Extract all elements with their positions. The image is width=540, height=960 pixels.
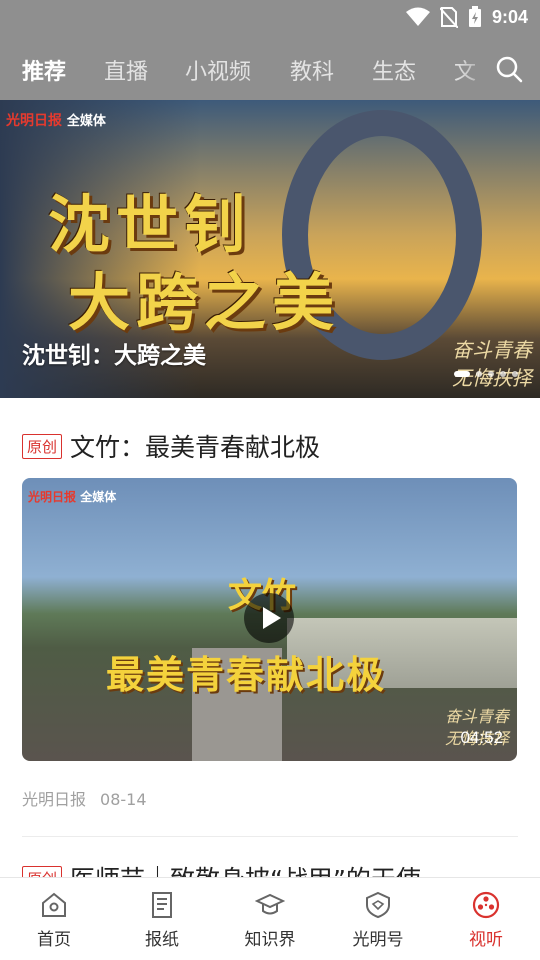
article-header: 原创 文竹：最美青春献北极 [22,428,518,464]
nav-guangming-hao[interactable]: 光明号 [324,890,432,950]
bottom-nav: 首页 报纸 知识界 光明号 视听 [0,877,540,960]
nav-audio-video[interactable]: 视听 [432,890,540,950]
article-title[interactable]: 文竹：最美青春献北极 [70,433,320,462]
video-overlay-line2: 最美青春献北极 [106,652,387,697]
banner-caption[interactable]: 沈世钊：大跨之美 [22,336,206,370]
search-icon[interactable] [494,54,524,84]
wifi-icon [405,7,430,26]
nav-knowledge[interactable]: 知识界 [216,890,324,950]
channel-tab-bar: 推荐 直播 小视频 教科 生态 文 [0,36,540,100]
article-date: 08-14 [100,790,147,809]
original-badge: 原创 [22,433,63,459]
carousel-dot [488,371,494,377]
article-card[interactable]: 原创文竹：最美青春献北极 光明日报 全媒体 文竹 最美青春献北极 奋斗青春无悔扶… [22,428,518,809]
battery-charging-icon [468,6,481,27]
tab-fade [456,36,496,100]
play-icon[interactable] [244,593,294,643]
status-bar: 9:04 [0,0,540,36]
banner-stamp: 奋斗青春 无悔扶择 [452,338,532,390]
home-icon [42,892,66,917]
carousel-dot [500,371,506,377]
newspaper-icon [152,892,172,918]
no-sim-icon [439,7,458,28]
video-thumbnail[interactable]: 光明日报 全媒体 文竹 最美青春献北极 奋斗青春无悔扶择 04:52 [22,478,517,761]
shield-icon [366,891,390,919]
tab-recommend[interactable]: 推荐 [22,54,66,86]
article-meta: 光明日报 08-14 [22,786,147,810]
tab-ecology[interactable]: 生态 [372,54,416,86]
carousel-dot [476,371,482,377]
status-icons: 9:04 [405,6,528,28]
article-source: 光明日报 [22,790,87,809]
divider [22,836,518,837]
nav-home[interactable]: 首页 [0,890,108,950]
status-time: 9:04 [491,6,528,27]
carousel-indicator [454,371,518,377]
banner-media-logo: 光明日报 全媒体 [6,113,106,129]
banner-overlay-title: 沈世钊 大跨之美 [48,188,341,339]
tab-short-video[interactable]: 小视频 [185,54,251,86]
carousel-dot [512,371,518,377]
graduation-cap-icon [255,893,285,915]
tab-education[interactable]: 教科 [290,54,334,86]
video-media-logo: 光明日报 全媒体 [28,490,117,504]
carousel-dot [454,371,470,377]
video-duration: 04:52 [460,728,503,747]
tab-live[interactable]: 直播 [104,54,148,86]
film-reel-icon [472,891,500,919]
nav-newspaper[interactable]: 报纸 [108,890,216,950]
